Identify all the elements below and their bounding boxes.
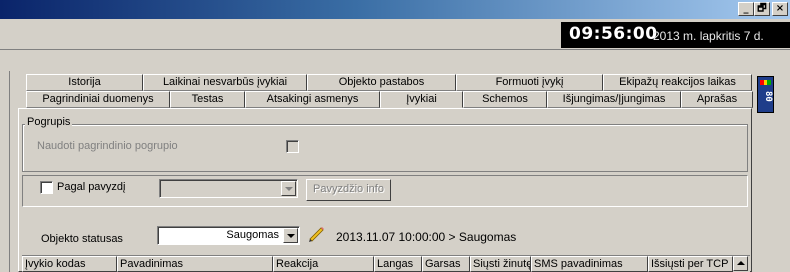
events-grid-header: Įvykio kodas Pavadinimas Reakcija Langas… — [22, 255, 750, 272]
clock-panel: 09:56:00 2013 m. lapkritis 7 d. — [561, 22, 790, 48]
pagal-pavyzdi-label: Pagal pavyzdį — [57, 181, 126, 193]
tab-schemos[interactable]: Schemos — [463, 91, 547, 108]
toolbar: 09:56:00 2013 m. lapkritis 7 d. — [0, 19, 790, 50]
bar-green — [767, 80, 772, 85]
pogrupis-legend: Pogrupis — [25, 116, 73, 128]
clock-time: 09:56:00 — [569, 24, 658, 44]
minimize-button[interactable]: _ — [738, 2, 754, 16]
chevron-down-icon[interactable] — [281, 181, 296, 196]
tab-isjungimas-ijungimas[interactable]: Išjungimas/Įjungimas — [547, 91, 681, 108]
tab-testas[interactable]: Testas — [170, 91, 245, 108]
object-status-label: Objekto statusas — [41, 233, 123, 245]
side-icon-text: 80 — [763, 91, 773, 102]
col-reakcija[interactable]: Reakcija — [273, 256, 374, 272]
title-bar: _ 🗗 × — [0, 0, 790, 19]
pattern-info-button[interactable]: Pavyzdžio info — [306, 179, 391, 201]
chevron-down-icon[interactable] — [283, 228, 298, 243]
color-bars-icon — [760, 80, 772, 85]
scroll-up-arrow[interactable] — [733, 256, 748, 271]
tab-ekipazu-reakcijos[interactable]: Ekipažų reakcijos laikas — [603, 74, 752, 91]
tab-formuoti-ivyki[interactable]: Formuoti įvykį — [456, 74, 603, 91]
col-siusti-zinute[interactable]: Siųsti žinutę — [470, 256, 531, 272]
use-parent-subgroup-checkbox[interactable] — [286, 140, 299, 153]
object-status-history: 2013.11.07 10:00:00 > Saugomas — [336, 230, 517, 244]
tab-atsakingi-asmenys[interactable]: Atsakingi asmenys — [245, 91, 380, 108]
col-langas[interactable]: Langas — [374, 256, 422, 272]
col-issiusti-per-tcp[interactable]: Išsiųsti per TCP — [648, 256, 733, 272]
tabs-row-1: Istorija Laikinai nesvarbūs įvykiai Obje… — [26, 74, 752, 91]
object-status-combo[interactable]: Saugomas — [157, 226, 300, 245]
tab-objekto-pastabos[interactable]: Objekto pastabos — [307, 74, 456, 91]
pattern-combo[interactable] — [159, 179, 298, 198]
tab-pagrindiniai-duomenys[interactable]: Pagrindiniai duomenys — [26, 91, 170, 108]
col-pavadinimas[interactable]: Pavadinimas — [117, 256, 273, 272]
tab-laikinai-nesvarbus[interactable]: Laikinai nesvarbūs įvykiai — [143, 74, 307, 91]
tab-istorija[interactable]: Istorija — [26, 74, 143, 91]
object-status-value: Saugomas — [226, 229, 279, 241]
col-garsas[interactable]: Garsas — [422, 256, 470, 272]
tab-ivykiai[interactable]: Įvykiai — [380, 91, 463, 108]
restore-button[interactable]: 🗗 — [754, 2, 770, 16]
col-ivykio-kodas[interactable]: Įvykio kodas — [22, 256, 117, 272]
close-button[interactable]: × — [772, 2, 788, 16]
window-controls: _ 🗗 × — [738, 2, 788, 16]
pencil-icon — [309, 227, 324, 242]
col-sms-pavadinimas[interactable]: SMS pavadinimas — [531, 256, 648, 272]
pagal-pavyzdi-checkbox[interactable] — [40, 181, 53, 194]
clock-date: 2013 m. lapkritis 7 d. — [653, 29, 764, 43]
side-status-icon[interactable]: 80 — [757, 76, 774, 113]
tab-aprasas[interactable]: Aprašas — [681, 91, 753, 108]
edit-status-button[interactable] — [306, 224, 326, 244]
tabs-row-2: Pagrindiniai duomenys Testas Atsakingi a… — [26, 91, 753, 108]
use-parent-subgroup-label: Naudoti pagrindinio pogrupio — [37, 140, 178, 152]
